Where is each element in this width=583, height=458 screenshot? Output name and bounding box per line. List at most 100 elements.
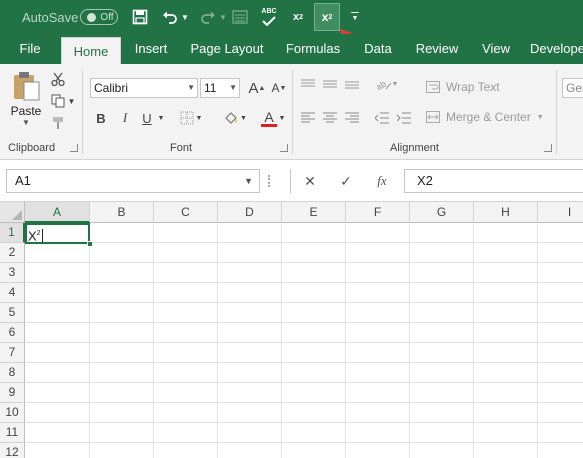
gridline	[25, 382, 583, 383]
formula-bar: A1 ▼ ✕ ✓ fx X2	[0, 161, 583, 201]
spelling-abc: ABC	[261, 8, 277, 15]
gridline	[25, 342, 583, 343]
cell-a1[interactable]: X2	[25, 223, 90, 244]
align-left-icon[interactable]	[298, 110, 318, 126]
tab-view[interactable]: View	[476, 34, 516, 64]
row-header-5[interactable]: 5	[0, 303, 25, 323]
align-center-icon[interactable]	[320, 110, 340, 126]
select-all-button[interactable]	[0, 202, 25, 223]
fill-handle[interactable]	[87, 241, 93, 247]
column-header-c[interactable]: C	[154, 202, 218, 223]
text-cursor	[41, 229, 43, 243]
row-header-10[interactable]: 10	[0, 403, 25, 423]
row-header-4[interactable]: 4	[0, 283, 25, 303]
font-name-select[interactable]: Calibri ▼	[90, 78, 198, 98]
copy-icon[interactable]: ▼	[48, 92, 78, 110]
column-header-f[interactable]: F	[346, 202, 410, 223]
top-align-icon[interactable]	[298, 76, 318, 92]
superscript-digit: 2	[328, 13, 333, 21]
superscript-x: x	[321, 10, 329, 24]
decrease-indent-icon[interactable]	[372, 110, 392, 126]
tab-data[interactable]: Data	[358, 34, 398, 64]
merge-center-icon	[426, 111, 440, 123]
wrap-text-button[interactable]: Wrap Text	[426, 78, 508, 96]
align-right-icon[interactable]	[342, 110, 362, 126]
borders-icon[interactable]: ▼	[178, 108, 204, 128]
chevron-down-icon: ▼	[229, 83, 237, 92]
row-header-3[interactable]: 3	[0, 263, 25, 283]
gridline	[25, 282, 583, 283]
column-header-g[interactable]: G	[410, 202, 474, 223]
name-box[interactable]: A1 ▼	[6, 169, 260, 193]
increase-indent-icon[interactable]	[394, 110, 414, 126]
increase-font-size-icon[interactable]: A ▲	[248, 78, 266, 98]
font-color-dropdown-icon[interactable]: ▼	[278, 108, 286, 128]
customize-qat-icon[interactable]: ▼	[348, 0, 362, 34]
row-header-6[interactable]: 6	[0, 323, 25, 343]
orientation-icon[interactable]: ab ▼	[372, 76, 402, 92]
column-header-i[interactable]: I	[538, 202, 583, 223]
column-header-d[interactable]: D	[218, 202, 282, 223]
tab-page-layout[interactable]: Page Layout	[184, 34, 270, 64]
number-format-value: Ger	[566, 81, 583, 95]
insert-function-icon[interactable]: fx	[366, 169, 398, 193]
format-painter-icon[interactable]	[48, 114, 68, 132]
tab-home[interactable]: Home	[61, 37, 121, 64]
row-header-7[interactable]: 7	[0, 343, 25, 363]
autosave-toggle[interactable]: Off	[80, 9, 118, 25]
font-color-bar	[261, 123, 277, 127]
redo-dropdown-icon[interactable]: ▼	[218, 0, 228, 34]
middle-align-icon[interactable]	[320, 76, 340, 92]
decrease-font-size-icon[interactable]: A ▼	[270, 78, 288, 98]
formula-input[interactable]: X2	[404, 169, 583, 193]
row-header-12[interactable]: 12	[0, 443, 25, 458]
alignment-launcher-icon[interactable]	[544, 144, 552, 152]
enter-icon[interactable]: ✓	[330, 169, 362, 193]
bold-button[interactable]: B	[92, 108, 110, 128]
cancel-icon[interactable]: ✕	[294, 169, 326, 193]
group-divider	[292, 70, 293, 154]
subscript-button[interactable]: x2	[286, 0, 310, 34]
underline-dropdown-icon[interactable]: ▼	[156, 108, 166, 128]
ribbon-home: Paste ▼ ▼ Clipboard Calibri ▼ 11 ▼ A ▲ A ▼…	[0, 64, 583, 160]
row-header-1[interactable]: 1	[0, 223, 25, 243]
clipboard-launcher-icon[interactable]	[70, 144, 78, 152]
column-header-h[interactable]: H	[474, 202, 538, 223]
title-bar: AutoSave Off ▼ ▼ ABC x2 x2 ▼	[0, 0, 583, 34]
wrap-text-icon	[426, 81, 440, 93]
tab-file[interactable]: File	[10, 34, 50, 64]
paste-button[interactable]: Paste ▼	[8, 70, 44, 134]
redo-icon[interactable]	[196, 0, 220, 34]
column-header-b[interactable]: B	[90, 202, 154, 223]
fill-color-icon[interactable]: ▼	[222, 108, 248, 128]
spelling-icon[interactable]: ABC	[256, 0, 282, 34]
gridline	[25, 302, 583, 303]
row-header-9[interactable]: 9	[0, 383, 25, 403]
underline-button[interactable]: U	[138, 108, 156, 128]
spreadsheet-grid[interactable]: A B C D E F G H I 1 2 3 4 5 6 7 8 9 10 1…	[0, 201, 583, 458]
undo-dropdown-icon[interactable]: ▼	[180, 0, 190, 34]
row-header-2[interactable]: 2	[0, 243, 25, 263]
undo-icon[interactable]	[158, 0, 182, 34]
superscript-button[interactable]: x2	[314, 3, 340, 31]
merge-center-button[interactable]: Merge & Center ▼	[426, 108, 556, 126]
cut-icon[interactable]	[48, 70, 68, 88]
form-icon[interactable]	[228, 0, 252, 34]
tab-review[interactable]: Review	[410, 34, 464, 64]
font-launcher-icon[interactable]	[280, 144, 288, 152]
row-header-11[interactable]: 11	[0, 423, 25, 443]
group-divider	[82, 70, 83, 154]
bottom-align-icon[interactable]	[342, 76, 362, 92]
number-format-select[interactable]: Ger	[562, 78, 583, 98]
column-header-a[interactable]: A	[25, 202, 90, 223]
font-size-select[interactable]: 11 ▼	[200, 78, 240, 98]
save-icon[interactable]	[128, 0, 152, 34]
row-header-8[interactable]: 8	[0, 363, 25, 383]
drag-handle[interactable]	[268, 175, 270, 187]
italic-button[interactable]: I	[116, 108, 134, 128]
tab-developer[interactable]: Develope	[530, 34, 583, 64]
gridline	[25, 402, 583, 403]
tab-formulas[interactable]: Formulas	[280, 34, 346, 64]
column-header-e[interactable]: E	[282, 202, 346, 223]
tab-insert[interactable]: Insert	[128, 34, 174, 64]
